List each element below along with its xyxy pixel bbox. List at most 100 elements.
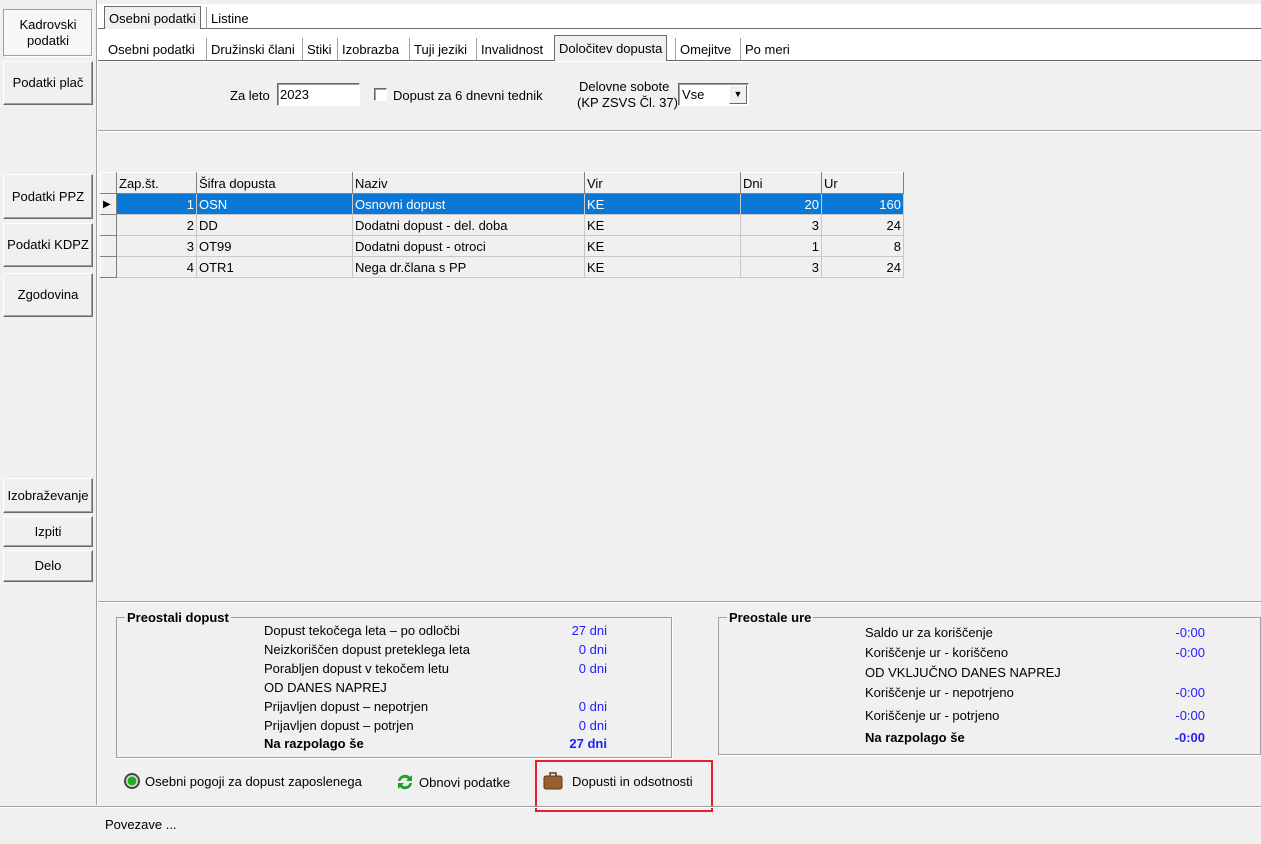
subtab-dolocitev-dopusta[interactable]: Določitev dopusta	[554, 35, 668, 61]
cell-sifra: OTR1	[196, 256, 353, 278]
cell-zap-st: 4	[116, 256, 197, 278]
cell-naziv: Dodatni dopust - otroci	[352, 235, 585, 257]
table-row[interactable]: 2 DD Dodatni dopust - del. doba KE 3 24	[100, 214, 904, 236]
grid-header: Zap.št. Šifra dopusta Naziv Vir Dni Ur	[100, 172, 904, 194]
row-indicator-header	[100, 172, 117, 194]
refresh-data-link[interactable]: Obnovi podatke	[395, 772, 510, 792]
hours-row-value: -0:00	[1175, 685, 1205, 700]
col-zap-st[interactable]: Zap.št.	[116, 172, 197, 194]
cell-naziv: Dodatni dopust - del. doba	[352, 214, 585, 236]
cell-naziv: Nega dr.člana s PP	[352, 256, 585, 278]
form-divider	[98, 130, 1261, 132]
subtab-osebni-podatki[interactable]: Osebni podatki	[104, 38, 199, 60]
cell-vir: KE	[584, 193, 741, 215]
cell-ur: 24	[821, 256, 904, 278]
cell-zap-st: 2	[116, 214, 197, 236]
saturdays-select[interactable]: Vse ▼	[678, 83, 749, 106]
col-dni[interactable]: Dni	[740, 172, 822, 194]
col-sifra[interactable]: Šifra dopusta	[196, 172, 353, 194]
sidebar-divider	[96, 0, 98, 805]
leave-row-value: 27 dni	[569, 736, 607, 751]
status-divider	[0, 806, 1261, 808]
subtab-druzinski-clani[interactable]: Družinski člani	[206, 38, 299, 60]
subtab-tuji-jeziki[interactable]: Tuji jeziki	[409, 38, 471, 60]
sidebar-item-izpiti[interactable]: Izpiti	[3, 516, 93, 547]
remaining-leave-title: Preostali dopust	[125, 610, 231, 625]
leave-row-label: Prijavljen dopust – nepotrjen	[264, 699, 429, 714]
subtab-invalidnost[interactable]: Invalidnost	[476, 38, 547, 60]
refresh-icon	[398, 774, 412, 790]
hours-row-value: -0:00	[1175, 645, 1205, 660]
remaining-hours-group: Preostale ure Saldo ur za koriščenje -0:0…	[718, 610, 1261, 755]
personal-conditions-link[interactable]: Osebni pogoji za dopust zaposlenega	[123, 772, 362, 790]
leave-row-label: Dopust tekočega leta – po odločbi	[264, 623, 460, 638]
cell-sifra: DD	[196, 214, 353, 236]
cell-ur: 8	[821, 235, 904, 257]
subtab-omejitve[interactable]: Omejitve	[675, 38, 735, 60]
hours-row-label: Saldo ur za koriščenje	[865, 625, 993, 640]
row-indicator[interactable]	[100, 256, 117, 278]
cell-dni: 3	[740, 256, 822, 278]
hours-row-value: -0:00	[1175, 625, 1205, 640]
hours-row-value: -0:00	[1175, 708, 1205, 723]
leave-grid: Zap.št. Šifra dopusta Naziv Vir Dni Ur ▶…	[100, 172, 904, 278]
cell-sifra: OSN	[196, 193, 353, 215]
leave-row-label: OD DANES NAPREJ	[264, 680, 387, 695]
tab-osebni-podatki[interactable]: Osebni podatki	[104, 6, 201, 29]
sidebar-item-zgodovina[interactable]: Zgodovina	[3, 273, 93, 317]
cell-dni: 20	[740, 193, 822, 215]
sidebar-item-podatki-kdpz[interactable]: Podatki KDPZ	[3, 223, 93, 267]
year-input[interactable]: 2023	[277, 83, 360, 106]
chevron-down-icon[interactable]: ▼	[729, 85, 747, 104]
cell-vir: KE	[584, 214, 741, 236]
remaining-hours-title: Preostale ure	[727, 610, 814, 625]
tab-divider	[98, 28, 1261, 29]
cell-dni: 3	[740, 214, 822, 236]
subtab-stiki[interactable]: Stiki	[302, 38, 336, 60]
leave-row-value: 27 dni	[571, 623, 607, 638]
hours-row-label: OD VKLJUČNO DANES NAPREJ	[865, 665, 1061, 680]
six-day-label: Dopust za 6 dnevni tednik	[393, 88, 543, 103]
briefcase-icon	[543, 772, 563, 790]
row-indicator[interactable]: ▶	[100, 193, 117, 215]
sidebar-item-podatki-ppz[interactable]: Podatki PPZ	[3, 174, 93, 219]
sidebar-item-podatki-plac[interactable]: Podatki plač	[3, 61, 93, 105]
cell-zap-st: 1	[116, 193, 197, 215]
leave-row-value: 0 dni	[578, 661, 607, 676]
cell-naziv: Osnovni dopust	[352, 193, 585, 215]
row-indicator[interactable]	[100, 214, 117, 236]
subtab-divider	[98, 60, 1261, 61]
six-day-checkbox[interactable]	[374, 88, 387, 101]
hours-row-label: Koriščenje ur - koriščeno	[865, 645, 1009, 660]
bottom-divider	[98, 601, 1261, 603]
subtab-po-meri[interactable]: Po meri	[740, 38, 794, 60]
leave-row-label: Na razpolago še	[264, 736, 364, 751]
col-naziv[interactable]: Naziv	[352, 172, 585, 194]
leave-row-value: 0 dni	[578, 642, 607, 657]
cell-ur: 24	[821, 214, 904, 236]
sidebar-item-izobrazevanje[interactable]: Izobraževanje	[3, 478, 93, 513]
col-vir[interactable]: Vir	[584, 172, 741, 194]
hours-row-label: Na razpolago še	[865, 730, 965, 745]
cell-vir: KE	[584, 235, 741, 257]
table-row[interactable]: ▶ 1 OSN Osnovni dopust KE 20 160	[100, 193, 904, 215]
table-row[interactable]: 3 OT99 Dodatni dopust - otroci KE 1 8	[100, 235, 904, 257]
leave-row-value: 0 dni	[578, 718, 607, 733]
remaining-leave-group: Preostali dopust Dopust tekočega leta – …	[116, 610, 672, 758]
green-target-icon	[124, 773, 140, 789]
absences-link[interactable]: Dopusti in odsotnosti	[543, 772, 693, 790]
leave-row-label: Porabljen dopust v tekočem letu	[264, 661, 449, 676]
row-indicator[interactable]	[100, 235, 117, 257]
leave-row-label: Prijavljen dopust – potrjen	[264, 718, 414, 733]
table-row[interactable]: 4 OTR1 Nega dr.člana s PP KE 3 24	[100, 256, 904, 278]
saturdays-sublabel: (KP ZSVS Čl. 37)	[577, 95, 678, 110]
sidebar-item-delo[interactable]: Delo	[3, 550, 93, 582]
leave-row-label: Neizkoriščen dopust preteklega leta	[264, 642, 470, 657]
sidebar-item-kadrovski-podatki[interactable]: Kadrovski podatki	[3, 9, 93, 57]
links-menu[interactable]: Povezave ...	[105, 817, 177, 832]
col-ur[interactable]: Ur	[821, 172, 904, 194]
subtab-izobrazba[interactable]: Izobrazba	[337, 38, 403, 60]
year-label: Za leto	[230, 88, 270, 103]
tab-listine[interactable]: Listine	[206, 7, 253, 29]
cell-dni: 1	[740, 235, 822, 257]
